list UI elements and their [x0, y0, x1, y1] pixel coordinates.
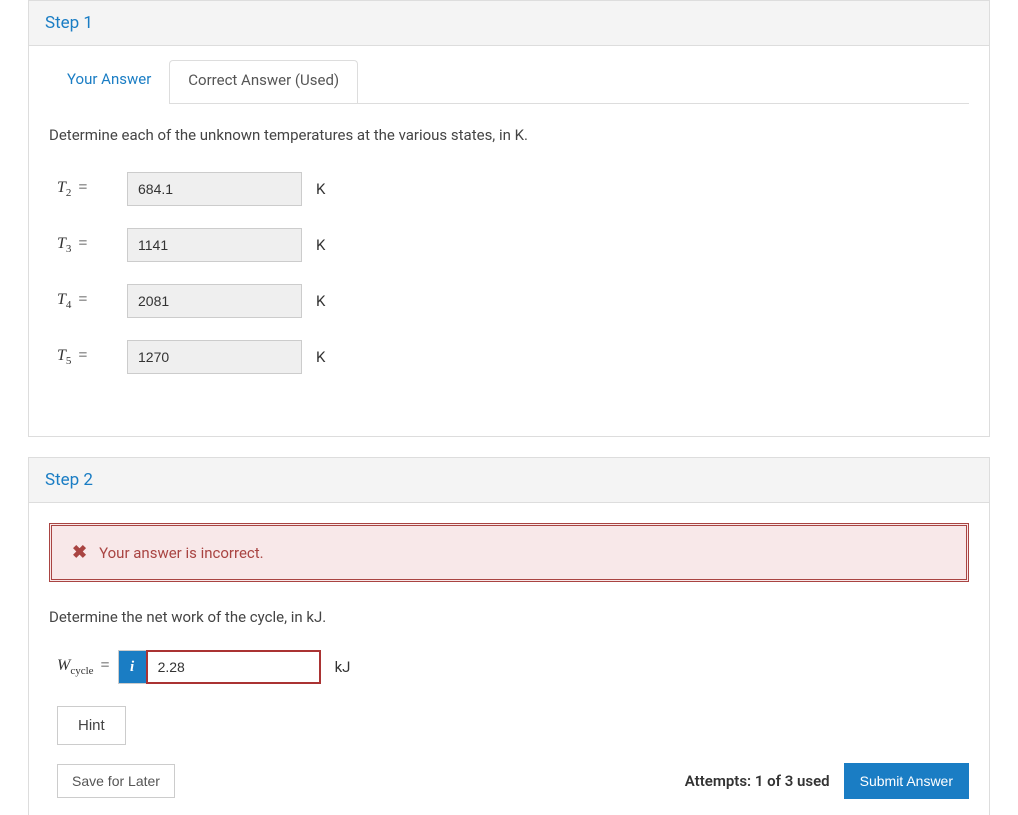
label-t3: T3 =	[57, 235, 127, 255]
label-t5: T5 =	[57, 347, 127, 367]
unit-t3: K	[316, 236, 325, 254]
label-t2: T2 =	[57, 179, 127, 199]
input-t5[interactable]	[127, 340, 302, 374]
close-icon: ✖	[72, 542, 87, 563]
step1-prompt: Determine each of the unknown temperatur…	[49, 104, 969, 172]
hint-button[interactable]: Hint	[57, 706, 126, 745]
submit-answer-button[interactable]: Submit Answer	[844, 763, 969, 799]
unit-t5: K	[316, 348, 325, 366]
footer-row: Save for Later Attempts: 1 of 3 used Sub…	[49, 763, 969, 799]
input-t3[interactable]	[127, 228, 302, 262]
error-message: Your answer is incorrect.	[99, 544, 264, 562]
input-row-wcycle: Wcycle = i kJ	[49, 650, 969, 684]
input-t4[interactable]	[127, 284, 302, 318]
input-row-t3: T3 = K	[49, 228, 969, 262]
tabs-row: Your Answer Correct Answer (Used)	[49, 46, 969, 104]
save-for-later-button[interactable]: Save for Later	[57, 764, 175, 798]
label-t4: T4 =	[57, 291, 127, 311]
step2-header: Step 2	[29, 458, 989, 503]
error-banner: ✖ Your answer is incorrect.	[49, 523, 969, 582]
input-row-t4: T4 = K	[49, 284, 969, 318]
info-icon[interactable]: i	[118, 650, 146, 684]
input-wcycle[interactable]	[146, 650, 321, 684]
unit-t4: K	[316, 292, 325, 310]
step2-panel: Step 2 ✖ Your answer is incorrect. Deter…	[28, 457, 990, 815]
input-wrap-wcycle: i	[118, 650, 321, 684]
attempts-text: Attempts: 1 of 3 used	[685, 772, 830, 790]
step1-body: Your Answer Correct Answer (Used) Determ…	[29, 46, 989, 436]
label-wcycle: Wcycle =	[57, 657, 110, 677]
tab-correct-answer[interactable]: Correct Answer (Used)	[169, 60, 358, 103]
input-t2[interactable]	[127, 172, 302, 206]
input-row-t2: T2 = K	[49, 172, 969, 206]
attempts-submit-group: Attempts: 1 of 3 used Submit Answer	[685, 763, 969, 799]
step2-body: ✖ Your answer is incorrect. Determine th…	[29, 523, 989, 815]
step2-prompt: Determine the net work of the cycle, in …	[49, 602, 969, 650]
unit-t2: K	[316, 180, 325, 198]
step1-header: Step 1	[29, 1, 989, 46]
tab-your-answer[interactable]: Your Answer	[49, 60, 169, 104]
unit-wcycle: kJ	[335, 658, 351, 676]
step1-panel: Step 1 Your Answer Correct Answer (Used)…	[28, 0, 990, 437]
input-row-t5: T5 = K	[49, 340, 969, 374]
